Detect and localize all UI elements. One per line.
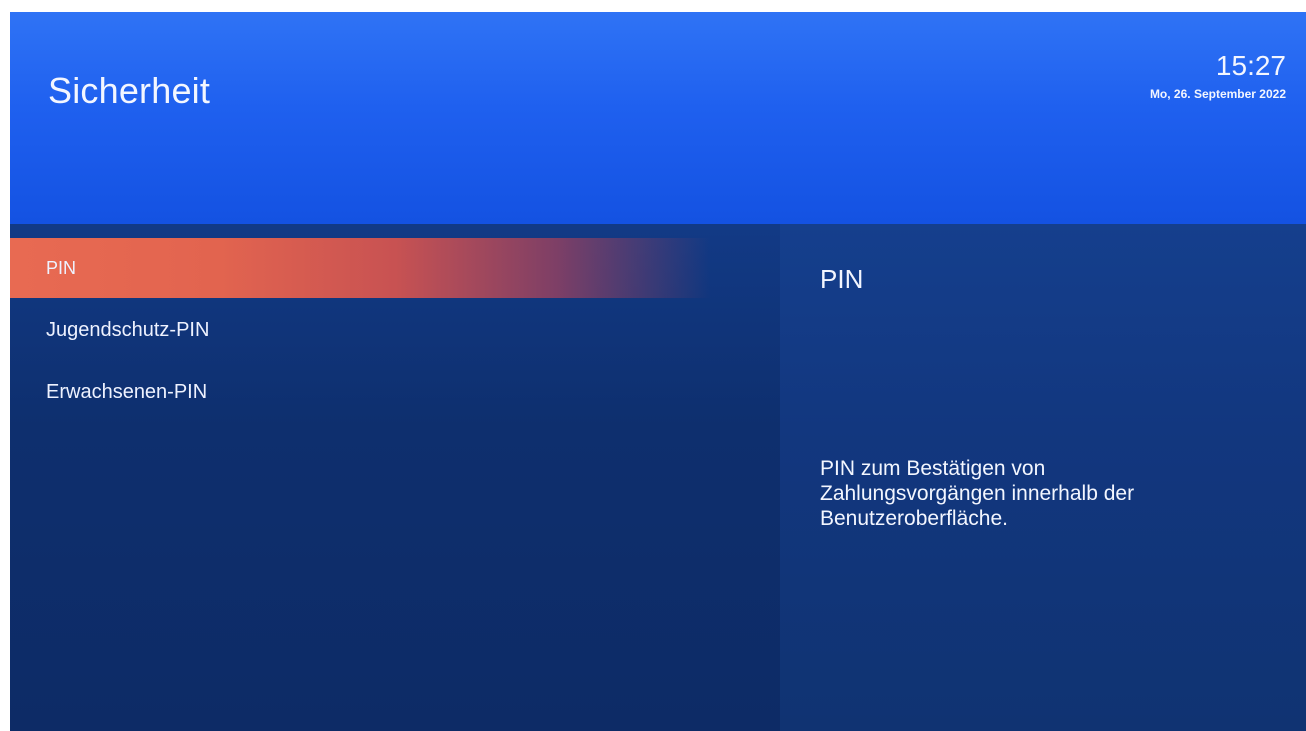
menu-item-label: PIN (46, 257, 77, 278)
menu-item-label: Jugendschutz-PIN (46, 318, 210, 341)
menu-item-jugendschutz-pin[interactable]: Jugendschutz-PIN (10, 300, 710, 360)
tv-screen: Sicherheit 15:27 Mo, 26. September 2022 … (10, 12, 1306, 731)
menu-item-label: Erwachsenen-PIN (46, 380, 208, 403)
menu-item-pin[interactable]: PIN (10, 238, 710, 298)
menu-panel: PIN Jugendschutz-PIN Erwachsenen-PIN (10, 224, 780, 731)
detail-title: PIN (820, 264, 864, 294)
detail-description: PIN zum Bestätigen von Zahlungsvorgängen… (820, 457, 1135, 530)
menu-item-erwachsenen-pin[interactable]: Erwachsenen-PIN (10, 362, 710, 422)
clock: 15:27 Mo, 26. September 2022 (1150, 50, 1286, 102)
clock-date: Mo, 26. September 2022 (1149, 87, 1286, 101)
header: Sicherheit 15:27 Mo, 26. September 2022 (10, 12, 1306, 224)
page-title: Sicherheit (48, 70, 211, 111)
detail-panel: PIN PIN zum Bestätigen von Zahlungsvorgä… (780, 224, 1306, 731)
clock-time: 15:27 (1215, 50, 1286, 81)
content-area: PIN Jugendschutz-PIN Erwachsenen-PIN PIN… (10, 224, 1306, 731)
